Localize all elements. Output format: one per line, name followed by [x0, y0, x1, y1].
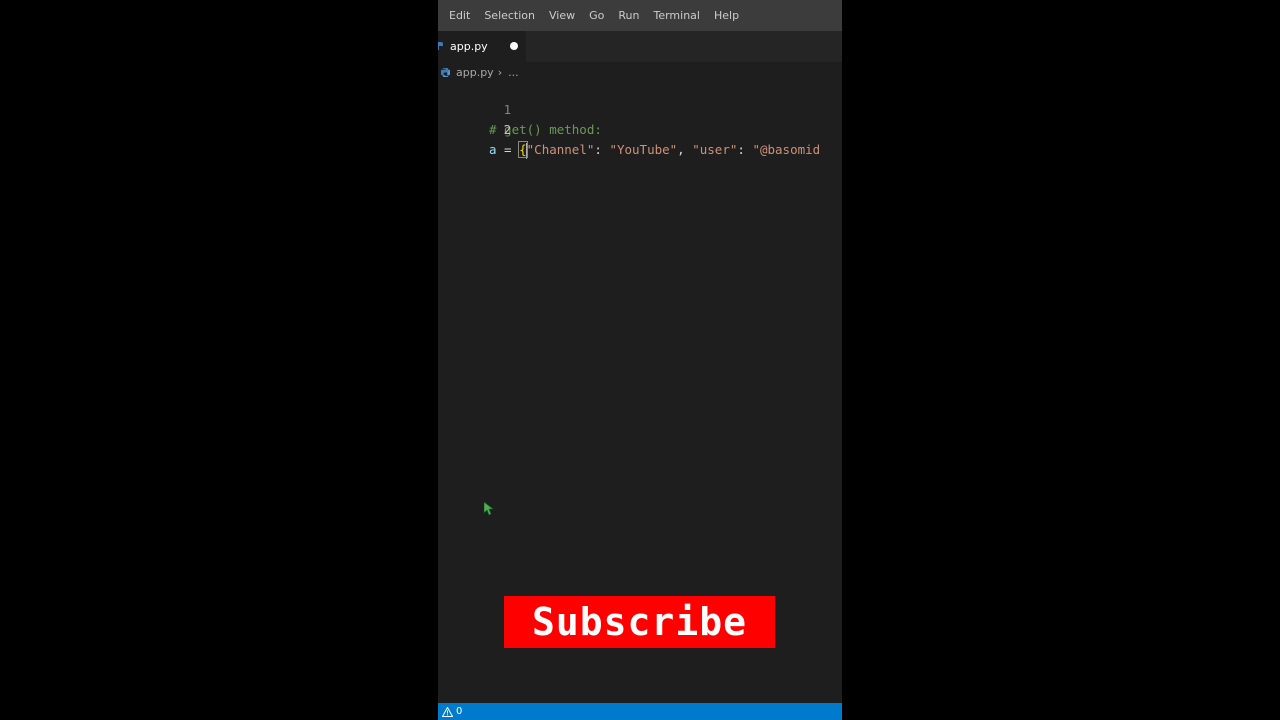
subscribe-button[interactable]: Subscribe — [504, 596, 775, 648]
vscode-window: Edit Selection View Go Run Terminal Help… — [438, 0, 842, 720]
menu-go[interactable]: Go — [582, 0, 611, 31]
code-operator: = — [496, 142, 520, 157]
tab-label: app.py — [450, 40, 488, 53]
tab-app-py[interactable]: app.py — [438, 31, 526, 62]
tab-bar: app.py — [438, 31, 842, 62]
menu-view[interactable]: View — [542, 0, 582, 31]
code-string: "YouTube" — [609, 142, 678, 157]
breadcrumb: app.py › ... — [438, 62, 842, 82]
menu-edit[interactable]: Edit — [442, 0, 477, 31]
code-variable: a — [489, 142, 497, 157]
breadcrumb-more[interactable]: ... — [508, 66, 519, 79]
code-colon: : — [594, 142, 610, 157]
problems-count[interactable]: 0 — [456, 706, 462, 717]
menu-help[interactable]: Help — [707, 0, 746, 31]
code-string: "user" — [692, 142, 738, 157]
code-colon: : — [737, 142, 753, 157]
mouse-pointer-icon — [484, 502, 494, 516]
code-string: "@basomid — [752, 142, 821, 157]
breadcrumb-file[interactable]: app.py — [456, 66, 494, 79]
code-line-2[interactable]: 2 a = {"Channel": "YouTube", "user": "@b… — [438, 100, 842, 159]
menu-run[interactable]: Run — [611, 0, 646, 31]
chevron-right-icon: › — [497, 65, 503, 79]
python-file-icon — [438, 42, 443, 50]
line-number: 2 — [503, 122, 512, 137]
unsaved-dot-icon[interactable] — [510, 42, 518, 50]
code-line-1[interactable]: 1 # get() method: — [438, 80, 842, 137]
menu-terminal[interactable]: Terminal — [646, 0, 707, 31]
code-string: "Channel" — [526, 142, 595, 157]
menu-selection[interactable]: Selection — [477, 0, 542, 31]
warning-icon[interactable] — [442, 706, 453, 717]
code-comma: , — [677, 142, 693, 157]
menu-bar: Edit Selection View Go Run Terminal Help — [438, 0, 842, 31]
status-bar: 0 — [438, 703, 842, 720]
python-file-icon — [441, 67, 450, 77]
